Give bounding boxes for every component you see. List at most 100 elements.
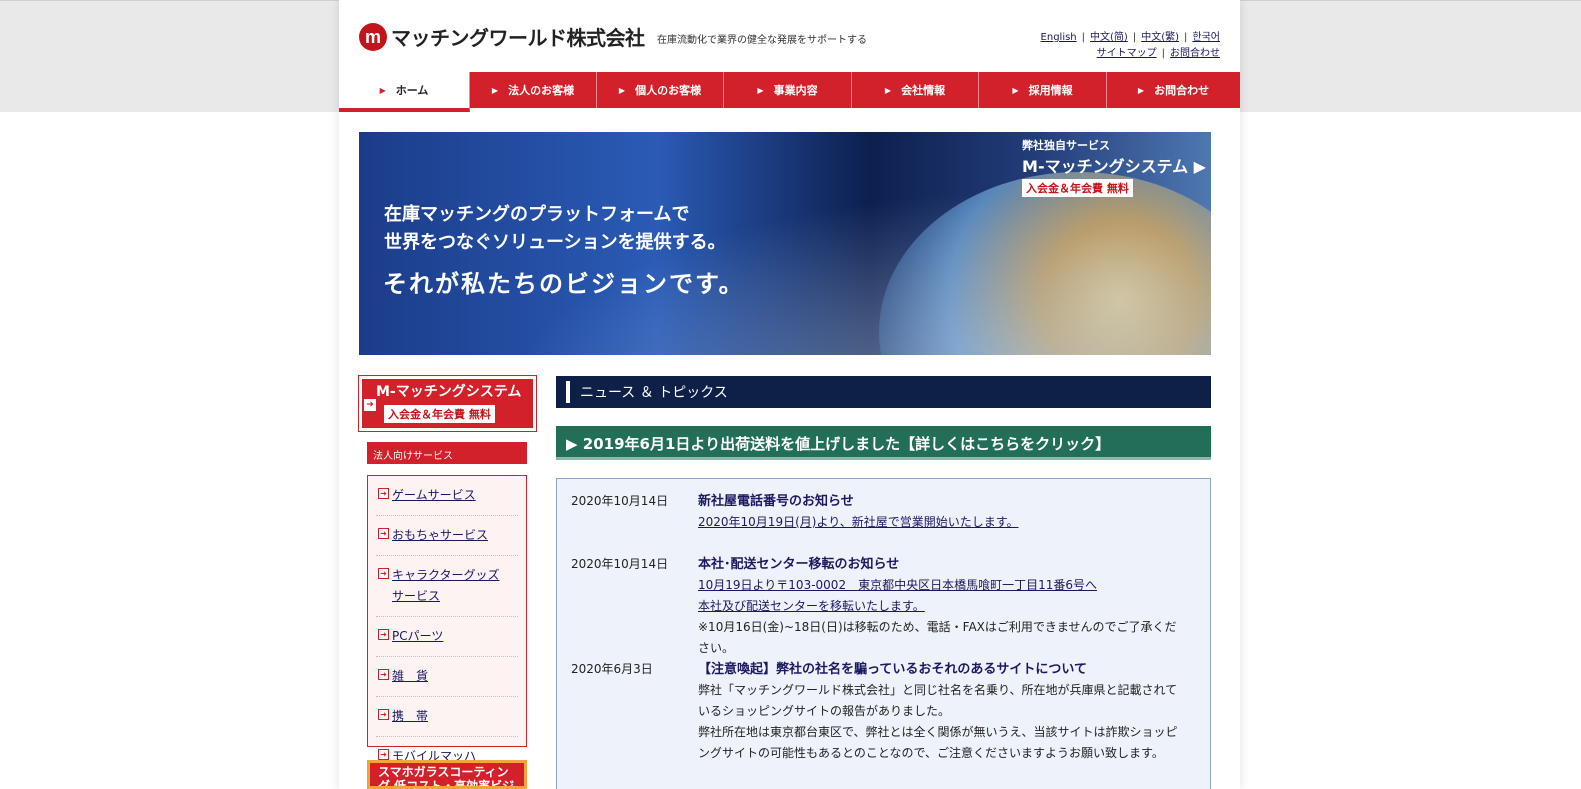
news-link[interactable]: 本社及び配送センターを移転いたします。 xyxy=(698,599,925,613)
company-logo[interactable]: m マッチングワールド株式会社 xyxy=(359,22,645,51)
contact-link[interactable]: お問合わせ xyxy=(1170,48,1220,59)
arrow-box-icon: ➜ xyxy=(378,629,389,640)
banner-sub: 入会金＆年会費 無料 xyxy=(384,405,495,423)
sidebar-item-label: キャラクターグッズ xyxy=(392,568,500,582)
news-item: 2020年10月14日 本社･配送センター移転のお知らせ 10月19日より〒10… xyxy=(571,554,1196,659)
sidebar-item-mobile[interactable]: ➜ 携 帯 xyxy=(376,697,518,737)
site-links: サイトマップ | お問合わせ xyxy=(1041,46,1220,62)
arrow-box-icon: ➜ xyxy=(378,528,389,539)
global-nav: ▶ ホーム ▶ 法人のお客様 ▶ 個人のお客様 ▶ 事業内容 ▶ 会社情報 ▶ 採用情報 ▶… xyxy=(339,72,1240,112)
sitemap-link[interactable]: サイトマップ xyxy=(1097,48,1157,59)
sidebar-item-label: おもちゃサービス xyxy=(392,528,489,542)
separator: | xyxy=(1132,32,1137,43)
nav-item-corporate[interactable]: ▶ 法人のお客様 xyxy=(470,72,597,108)
news-link[interactable]: 10月19日より〒103-0002 東京都中央区日本橋馬喰町一丁目11番6号へ xyxy=(698,578,1097,592)
news-body: 新社屋電話番号のお知らせ 2020年10月19日(月)より、新社屋で営業開始いた… xyxy=(698,491,1196,533)
nav-item-recruit[interactable]: ▶ 採用情報 xyxy=(979,72,1107,108)
sidebar-item-goods[interactable]: ➜ 雑 貨 xyxy=(376,657,518,697)
utility-links: English | 中文(简) | 中文(繁) | 한국어 サイトマップ | お問合わせ xyxy=(1041,30,1220,62)
sidebar-item-game[interactable]: ➜ ゲームサービス xyxy=(376,476,518,516)
hero-vision: それが私たちのビジョンです。 xyxy=(383,270,745,298)
nav-item-contact[interactable]: ▶ お問合わせ xyxy=(1107,72,1240,108)
hero-banner: 在庫マッチングのプラットフォームで 世界をつなぐソリューションを提供する。 それ… xyxy=(359,132,1211,355)
news-item: 2020年10月14日 新社屋電話番号のお知らせ 2020年10月19日(月)よ… xyxy=(571,491,1196,533)
triangle-right-icon: ▶ xyxy=(1012,85,1019,95)
glass-coating-banner[interactable]: スマホガラスコーティング 低コスト・高効率ビジネス xyxy=(367,760,527,789)
badge-free-label: 入会金＆年会費 無料 xyxy=(1022,179,1133,197)
separator: | xyxy=(1161,48,1165,59)
language-links: English | 中文(简) | 中文(繁) | 한국어 xyxy=(1041,30,1220,46)
sidebar-item-pc-parts[interactable]: ➜ PCパーツ xyxy=(376,617,518,657)
sidebar-item-label: 携 帯 xyxy=(392,709,429,723)
lang-english-link[interactable]: English xyxy=(1041,32,1077,43)
news-body: 本社･配送センター移転のお知らせ 10月19日より〒103-0002 東京都中央… xyxy=(698,554,1196,659)
arrow-right-icon: ➜ xyxy=(364,399,376,411)
sidebar-item-toys[interactable]: ➜ おもちゃサービス xyxy=(376,516,518,556)
sidebar-item-label: ゲームサービス xyxy=(392,488,476,502)
news-item: 2020年6月3日 【注意喚起】弊社の社名を騙っているおそれのあるサイトについて… xyxy=(571,659,1196,764)
arrow-box-icon: ➜ xyxy=(378,749,389,760)
news-date: 2020年10月14日 xyxy=(571,494,669,508)
nav-item-company[interactable]: ▶ 会社情報 xyxy=(852,72,979,108)
logo-text: マッチングワールド株式会社 xyxy=(391,26,645,50)
news-link[interactable]: 2020年10月19日(月)より、新社屋で営業開始いたします。 xyxy=(698,515,1019,529)
news-text: 弊社「マッチングワールド株式会社」と同じ社名を名乗り、所在地が兵庫県と記載されて xyxy=(698,683,1178,697)
nav-item-home[interactable]: ▶ ホーム xyxy=(339,72,470,112)
news-date: 2020年10月14日 xyxy=(571,557,669,571)
sidebar-item-label: 雑 貨 xyxy=(392,669,429,683)
sidebar-item-character[interactable]: ➜ キャラクターグッズ サービス xyxy=(376,556,518,617)
news-text: 弊社所在地は東京都台東区で、弊社とは全く関係が無いうえ、当該サイトは詐欺ショッピ xyxy=(698,725,1178,739)
nav-label: 事業内容 xyxy=(773,84,818,97)
hero-matching-badge[interactable]: 弊社独自サービス M-マッチングシステム ▶ 入会金＆年会費 無料 xyxy=(1022,137,1206,197)
arrow-box-icon: ➜ xyxy=(378,488,389,499)
lang-zh-traditional-link[interactable]: 中文(繁) xyxy=(1141,32,1179,43)
triangle-right-icon: ▶ xyxy=(491,85,499,95)
heading-bar xyxy=(566,381,570,403)
news-title: 本社･配送センター移転のお知らせ xyxy=(698,557,900,572)
sidebar-item-label-2: サービス xyxy=(392,589,441,603)
lang-korean-link[interactable]: 한국어 xyxy=(1192,32,1220,43)
arrow-box-icon: ➜ xyxy=(378,709,389,720)
triangle-right-icon: ▶ xyxy=(757,85,764,95)
arrow-box-icon: ➜ xyxy=(378,568,389,579)
news-date: 2020年6月3日 xyxy=(571,662,653,676)
news-text: いるショッピングサイトの報告がありました。 xyxy=(698,704,951,718)
triangle-right-icon: ▶ xyxy=(618,85,626,95)
triangle-right-icon: ▶ xyxy=(1137,85,1145,95)
separator: | xyxy=(1081,32,1086,43)
news-body: 【注意喚起】弊社の社名を騙っているおそれのあるサイトについて 弊社「マッチングワ… xyxy=(698,659,1196,764)
nav-label: 個人のお客様 xyxy=(635,84,702,97)
nav-item-personal[interactable]: ▶ 個人のお客様 xyxy=(597,72,724,108)
arrow-box-icon: ➜ xyxy=(378,669,389,680)
news-heading: ニュース ＆ トピックス xyxy=(556,376,1211,408)
badge-title: M-マッチングシステム ▶ xyxy=(1022,157,1206,176)
logo-mark-icon: m xyxy=(359,22,387,51)
nav-label: 法人のお客様 xyxy=(508,84,575,97)
banner-title: M-マッチングシステム xyxy=(376,384,522,400)
sidebar-service-list: ➜ ゲームサービス ➜ おもちゃサービス ➜ キャラクターグッズ サービス ➜ … xyxy=(367,475,527,763)
lang-zh-simplified-link[interactable]: 中文(简) xyxy=(1090,32,1128,43)
sidebar-item-label-wrap: キャラクターグッズ サービス xyxy=(392,565,500,607)
tagline: 在庫流動化で業界の健全な発展をサポートする xyxy=(657,35,867,46)
nav-item-business[interactable]: ▶ 事業内容 xyxy=(724,72,852,108)
news-list: 2020年10月14日 新社屋電話番号のお知らせ 2020年10月19日(月)よ… xyxy=(556,478,1211,789)
badge-caption: 弊社独自サービス xyxy=(1022,139,1111,152)
triangle-right-icon: ▶ xyxy=(884,85,892,95)
nav-label: ホーム xyxy=(395,84,429,97)
news-title: 【注意喚起】弊社の社名を騙っているおそれのあるサイトについて xyxy=(698,662,1087,677)
nav-label: お問合わせ xyxy=(1154,84,1210,97)
news-text: さい。 xyxy=(698,641,735,655)
shipping-notice-link[interactable]: ▶ 2019年6月1日より出荷送料を値上げしました【詳しくはこちらをクリック】 xyxy=(556,426,1211,460)
separator: | xyxy=(1184,32,1188,43)
triangle-right-icon: ▶ xyxy=(379,85,386,95)
news-heading-text: ニュース ＆ トピックス xyxy=(580,385,728,401)
sidebar-heading: 法人向けサービス xyxy=(367,442,527,464)
nav-label: 会社情報 xyxy=(901,84,946,97)
matching-system-banner[interactable]: ➜ M-マッチングシステム 入会金＆年会費 無料 xyxy=(358,375,537,432)
hero-headline-1: 在庫マッチングのプラットフォームで xyxy=(384,204,690,225)
news-text: ングサイトの可能性もあるとのことなので、ご注意くださいますようお願い致します。 xyxy=(698,746,1164,760)
sidebar-item-label: PCパーツ xyxy=(392,629,444,643)
news-text: ※10月16日(金)~18日(日)は移転のため、電話・FAXはご利用できませんの… xyxy=(698,620,1177,634)
page-container: m マッチングワールド株式会社 在庫流動化で業界の健全な発展をサポートする En… xyxy=(339,0,1240,789)
hero-headline-2: 世界をつなぐソリューションを提供する。 xyxy=(384,232,726,253)
